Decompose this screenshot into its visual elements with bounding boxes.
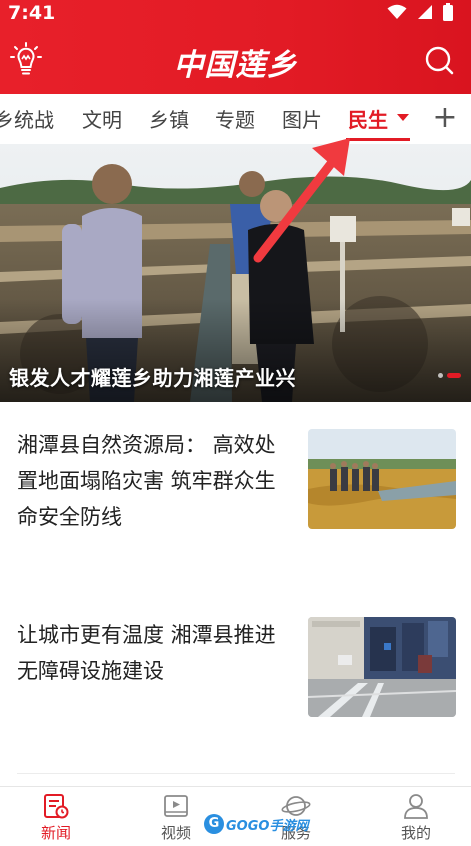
- tab-towns[interactable]: 乡镇: [149, 104, 189, 133]
- news-thumbnail[interactable]: [308, 429, 456, 529]
- tab-livelihood[interactable]: 民生: [348, 104, 388, 133]
- status-icons: [387, 3, 453, 21]
- user-icon: [404, 794, 428, 819]
- nav-news[interactable]: 新闻: [16, 793, 96, 843]
- app-logo-text: 中国莲乡: [173, 48, 298, 83]
- caret-down-icon[interactable]: [397, 114, 409, 121]
- title-bar: 中国莲乡: [0, 38, 471, 84]
- watermark: G GOGO手游网: [204, 813, 308, 835]
- nav-profile-label: 我的: [400, 824, 431, 842]
- carousel-dot-active: [447, 373, 461, 378]
- news-icon: [44, 794, 69, 819]
- tab-pictures[interactable]: 图片: [282, 104, 322, 133]
- video-icon: [164, 795, 188, 817]
- bottom-navigation: 新闻 视频 服务 我的 G GOGO手游网: [0, 786, 471, 846]
- news-title[interactable]: 让城市更有温度 湘潭县推进无障碍设施建设: [17, 617, 282, 689]
- watermark-text: GOGO手游网: [226, 818, 309, 834]
- news-item[interactable]: 让城市更有温度 湘潭县推进无障碍设施建设: [0, 592, 471, 782]
- hero-caption: 银发人才耀莲乡助力湘莲产业兴: [9, 366, 296, 390]
- app-header: 7:41 中国莲乡: [0, 0, 471, 94]
- watermark-logo-icon: G: [204, 814, 224, 834]
- carousel-indicator: [438, 373, 461, 378]
- battery-icon: [443, 3, 453, 21]
- nav-news-label: 新闻: [40, 824, 71, 842]
- wifi-icon: [387, 4, 407, 19]
- news-title[interactable]: 湘潭县自然资源局： 高效处置地面塌陷灾害 筑牢群众生命安全防线: [17, 427, 282, 535]
- news-item[interactable]: 湘潭县自然资源局： 高效处置地面塌陷灾害 筑牢群众生命安全防线: [0, 402, 471, 592]
- signal-icon: [418, 5, 432, 19]
- add-channel-button[interactable]: +: [430, 100, 460, 136]
- list-divider: [17, 773, 455, 774]
- news-thumbnail[interactable]: [308, 617, 456, 717]
- tab-united-front[interactable]: 乡统战: [0, 104, 54, 133]
- search-icon[interactable]: [423, 44, 455, 76]
- news-image: [308, 617, 456, 717]
- nav-profile[interactable]: 我的: [376, 793, 456, 843]
- tabs-fade: [418, 98, 430, 140]
- news-image: [308, 429, 456, 529]
- active-tab-indicator: [346, 138, 410, 141]
- tab-civilization[interactable]: 文明: [82, 104, 122, 133]
- channel-tabs: 乡统战 文明 乡镇 专题 图片 民生 +: [0, 94, 471, 144]
- status-time: 7:41: [8, 2, 56, 24]
- tab-topics[interactable]: 专题: [215, 104, 255, 133]
- hero-banner[interactable]: 银发人才耀莲乡助力湘莲产业兴: [0, 144, 471, 402]
- carousel-dot: [438, 373, 443, 378]
